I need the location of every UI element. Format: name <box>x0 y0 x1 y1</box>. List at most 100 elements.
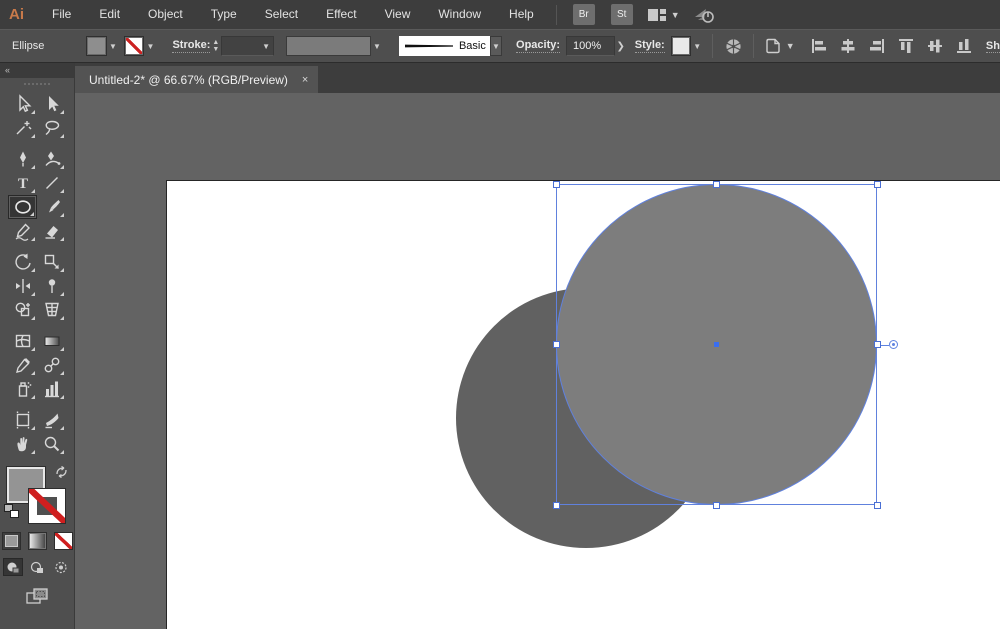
brush-chevron-icon[interactable]: ▼ <box>489 36 503 56</box>
shape-builder-tool[interactable] <box>8 298 37 322</box>
graphic-style-swatch[interactable] <box>670 36 692 56</box>
document-tab[interactable]: Untitled-2* @ 66.67% (RGB/Preview) × <box>75 66 319 93</box>
mesh-tool[interactable] <box>8 329 37 353</box>
line-segment-tool[interactable] <box>37 171 66 195</box>
fill-dropdown-chevron-icon[interactable]: ▼ <box>107 36 119 56</box>
quick-button-st[interactable]: St <box>610 4 633 25</box>
opacity-field[interactable]: 100% <box>566 36 615 56</box>
align-top-icon[interactable] <box>894 34 918 58</box>
menu-item-effect[interactable]: Effect <box>312 0 370 29</box>
gradient-button[interactable] <box>27 532 47 550</box>
direct-selection-tool[interactable] <box>37 92 66 116</box>
selection-handle[interactable] <box>552 180 560 188</box>
menu-item-type[interactable]: Type <box>197 0 251 29</box>
align-vcenter-icon[interactable] <box>923 34 947 58</box>
selection-handle[interactable] <box>873 341 881 348</box>
selection-center-point[interactable] <box>714 342 719 347</box>
style-label[interactable]: Style: <box>634 39 665 53</box>
brush-definition-dropdown[interactable]: Basic <box>398 36 490 56</box>
panel-grip[interactable] <box>0 78 74 90</box>
workspace-switcher-icon[interactable]: ▼ <box>647 8 680 22</box>
align-right-icon[interactable] <box>865 34 889 58</box>
scale-tool[interactable] <box>37 250 66 274</box>
hand-tool[interactable] <box>8 432 37 456</box>
tool-group-gap <box>6 243 68 250</box>
menu-item-select[interactable]: Select <box>251 0 312 29</box>
align-left-icon[interactable] <box>807 34 831 58</box>
fill-stroke-indicator <box>4 465 70 524</box>
control-bar: Ellipse ▼ ▼ Stroke: ▲ ▼ ▼ ▼ Basic ▼ Opaci… <box>0 29 1000 63</box>
free-transform-tool[interactable] <box>37 274 66 298</box>
menu-item-file[interactable]: File <box>38 0 85 29</box>
none-button[interactable] <box>53 532 73 550</box>
menu-item-object[interactable]: Object <box>134 0 197 29</box>
color-button[interactable] <box>1 532 21 550</box>
stroke-label[interactable]: Stroke: <box>172 39 211 53</box>
selection-handle[interactable] <box>552 341 560 348</box>
curvature-tool[interactable] <box>37 147 66 171</box>
align-buttons <box>807 34 976 58</box>
width-tool[interactable] <box>8 274 37 298</box>
selection-handle[interactable] <box>873 180 881 188</box>
screen-mode-button[interactable] <box>24 586 50 606</box>
stroke-color-swatch[interactable] <box>123 36 145 56</box>
canvas[interactable] <box>75 93 1000 629</box>
draw-inside-button[interactable] <box>51 558 71 576</box>
quick-buttons: Br St <box>565 4 641 25</box>
document-setup-icon[interactable]: ▼ <box>763 34 795 58</box>
default-fill-stroke-icon[interactable] <box>4 504 19 518</box>
symbol-sprayer-tool[interactable] <box>8 377 37 401</box>
quick-button-br[interactable]: Br <box>572 4 595 25</box>
selection-handle[interactable] <box>873 501 881 509</box>
rotate-tool[interactable] <box>8 250 37 274</box>
shaper-tool[interactable] <box>8 219 37 243</box>
style-chevron-icon[interactable]: ▼ <box>691 36 703 56</box>
stroke-weight-field[interactable]: ▼ <box>221 36 274 56</box>
blend-tool[interactable] <box>37 353 66 377</box>
menu-item-edit[interactable]: Edit <box>85 0 134 29</box>
magic-wand-tool[interactable] <box>8 116 37 140</box>
shape-label-cutoff[interactable]: Sh <box>985 40 1000 53</box>
selection-handle[interactable] <box>713 180 720 188</box>
draw-behind-button[interactable] <box>27 558 47 576</box>
width-profile-chevron-icon[interactable]: ▼ <box>371 36 383 56</box>
menu-item-window[interactable]: Window <box>424 0 495 29</box>
eyedropper-tool[interactable] <box>8 353 37 377</box>
lasso-tool[interactable] <box>37 116 66 140</box>
ellipse-pie-widget[interactable] <box>889 340 898 349</box>
type-tool[interactable]: T <box>8 171 37 195</box>
zoom-tool[interactable] <box>37 432 66 456</box>
artboard-tool[interactable] <box>8 408 37 432</box>
app-logo-icon: Ai <box>9 6 24 23</box>
menu-item-view[interactable]: View <box>371 0 425 29</box>
slice-tool[interactable] <box>37 408 66 432</box>
fill-color-swatch[interactable] <box>86 36 107 56</box>
perspective-grid-tool[interactable] <box>37 298 66 322</box>
selection-handle[interactable] <box>713 501 720 509</box>
stroke-dropdown-chevron-icon[interactable]: ▼ <box>144 36 156 56</box>
selection-handle[interactable] <box>552 501 560 509</box>
menu-item-help[interactable]: Help <box>495 0 548 29</box>
gradient-tool[interactable] <box>37 329 66 353</box>
paintbrush-tool[interactable] <box>37 195 66 219</box>
recolor-artwork-icon[interactable] <box>722 34 744 58</box>
column-graph-tool[interactable] <box>37 377 66 401</box>
opacity-panel-arrow-icon[interactable]: ❯ <box>615 36 627 56</box>
swap-fill-stroke-icon[interactable] <box>55 465 68 481</box>
ellipse-tool[interactable] <box>8 195 37 219</box>
tab-close-icon[interactable]: × <box>302 74 308 86</box>
selection-tool[interactable] <box>8 92 37 116</box>
eraser-tool[interactable] <box>37 219 66 243</box>
draw-normal-button[interactable] <box>3 558 23 576</box>
stroke-proxy[interactable] <box>28 488 66 524</box>
panel-collapse-button[interactable]: « <box>0 63 74 78</box>
stroke-weight-stepper[interactable]: ▲ ▼ <box>212 36 219 56</box>
pen-tool[interactable] <box>8 147 37 171</box>
tool-group-gap <box>6 401 68 408</box>
align-bottom-icon[interactable] <box>952 34 976 58</box>
width-profile-dropdown[interactable] <box>285 36 371 56</box>
align-hcenter-icon[interactable] <box>836 34 860 58</box>
illustrator-window: Ai File Edit Object Type Select Effect View Win… <box>0 0 1000 629</box>
gpu-performance-icon[interactable] <box>692 5 718 25</box>
opacity-label[interactable]: Opacity: <box>516 39 561 53</box>
